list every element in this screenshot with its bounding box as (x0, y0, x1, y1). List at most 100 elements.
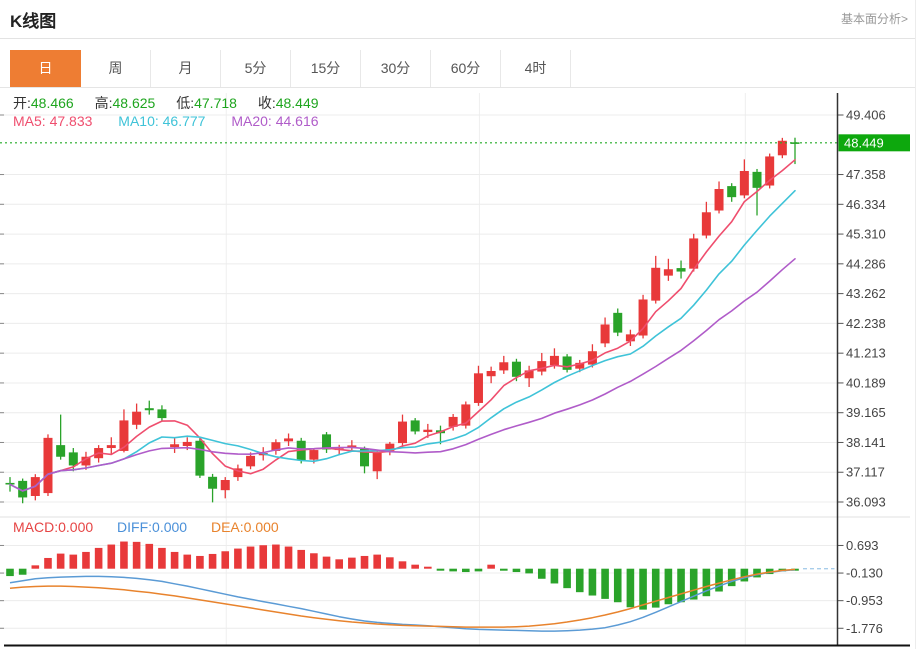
macd-bar (133, 542, 141, 569)
price-axis-label: 40.189 (846, 375, 886, 390)
macd-axis-label: -1.776 (846, 621, 883, 636)
open-value: 48.466 (31, 95, 74, 111)
macd-bar (728, 569, 736, 586)
candle-bullish (487, 371, 496, 376)
candle-bullish (651, 268, 660, 301)
macd-bar (500, 569, 508, 571)
macd-bar (171, 552, 179, 569)
ma5-value: MA5: 47.833 (13, 113, 92, 129)
candle-bullish (664, 269, 673, 275)
candle-bullish (474, 373, 483, 403)
price-axis-label: 49.406 (846, 108, 886, 123)
candle-bullish (537, 361, 546, 371)
candle-bearish (69, 452, 78, 465)
candle-bullish (423, 430, 432, 432)
macd-bar (614, 569, 622, 603)
macd-bar (513, 569, 521, 572)
macd-bar (209, 554, 217, 569)
macd-bar (437, 569, 445, 571)
macd-bar (677, 569, 685, 603)
price-axis-label: 37.117 (846, 465, 885, 480)
macd-bar (19, 569, 27, 575)
macd-bar (475, 569, 483, 572)
candle-bullish (601, 324, 610, 343)
macd-bar (715, 569, 723, 592)
candle-bearish (563, 356, 572, 369)
macd-bar (449, 569, 457, 572)
candle-bullish (715, 189, 724, 211)
candle-bearish (145, 408, 154, 410)
macd-bar (576, 569, 584, 592)
macd-bar (361, 556, 369, 569)
macd-bar (589, 569, 597, 596)
macd-bar (601, 569, 609, 599)
low-value: 47.718 (194, 95, 237, 111)
ohlc-readout: 开:48.466 高:48.625 低:47.718 收:48.449 (13, 93, 336, 113)
macd-bar (424, 567, 432, 569)
close-value: 48.449 (276, 95, 319, 111)
candle-bullish (284, 438, 293, 441)
candle-bullish (183, 442, 192, 446)
candle-bearish (753, 172, 762, 188)
macd-bar (538, 569, 546, 579)
current-price-badge-label: 48.449 (844, 136, 884, 151)
macd-bar (386, 557, 394, 568)
macd-bar (234, 549, 242, 569)
macd-axis-label: -0.130 (846, 566, 883, 581)
macd-bar (70, 555, 78, 569)
price-axis-label: 44.286 (846, 256, 886, 271)
candle-bullish (107, 445, 116, 448)
macd-bar (145, 544, 153, 569)
candle-bearish (411, 420, 420, 431)
candle-bullish (43, 438, 52, 493)
candle-bullish (170, 444, 179, 447)
macd-bar (373, 555, 381, 569)
macd-bar (158, 548, 166, 569)
candle-bearish (512, 362, 521, 377)
price-axis-label: 38.141 (846, 435, 886, 450)
macd-bar (120, 542, 128, 569)
candle-bearish (613, 313, 622, 333)
price-axis-label: 47.358 (846, 167, 886, 182)
close-label: 收: (258, 95, 276, 111)
macd-value: MACD:0.000 (13, 519, 93, 535)
kline-widget: K线图 基本面分析> 日 周 月 5分 15分 30分 60分 4时 49.40… (0, 0, 916, 649)
macd-bar (335, 559, 343, 568)
price-axis-label: 36.093 (846, 495, 886, 510)
macd-bar (310, 553, 318, 568)
ma10-value: MA10: 46.777 (118, 113, 205, 129)
macd-bar (247, 547, 255, 569)
macd-bar (221, 551, 229, 568)
price-axis-label: 42.238 (846, 316, 886, 331)
macd-bar (627, 569, 635, 608)
price-axis-label: 46.334 (846, 197, 886, 212)
candle-bearish (157, 409, 166, 418)
macd-bar (196, 556, 204, 569)
candle-bullish (639, 299, 648, 335)
candle-bullish (740, 171, 749, 195)
price-axis-label: 39.165 (846, 405, 886, 420)
macd-bar (741, 569, 749, 582)
macd-bar (551, 569, 559, 584)
macd-bar (107, 545, 115, 569)
low-label: 低: (176, 95, 194, 111)
macd-bar (183, 555, 191, 569)
price-axis-label: 45.310 (846, 227, 886, 242)
candle-bullish (499, 362, 508, 370)
candle-bearish (56, 445, 65, 457)
candle-bearish (195, 441, 204, 476)
candle-bullish (398, 422, 407, 444)
candle-bearish (208, 477, 217, 489)
macd-bar (95, 548, 103, 569)
dea-value: DEA:0.000 (211, 519, 279, 535)
macd-bar (323, 557, 331, 569)
macd-bar (462, 569, 470, 572)
ma20-value: MA20: 44.616 (231, 113, 318, 129)
macd-axis-label: -0.953 (846, 593, 883, 608)
ma-readout: MA5: 47.833 MA10: 46.777 MA20: 44.616 (13, 113, 319, 129)
macd-bar (563, 569, 571, 588)
macd-bar (272, 545, 280, 569)
macd-bar (32, 565, 40, 568)
candle-bullish (132, 412, 141, 425)
high-label: 高: (95, 95, 113, 111)
